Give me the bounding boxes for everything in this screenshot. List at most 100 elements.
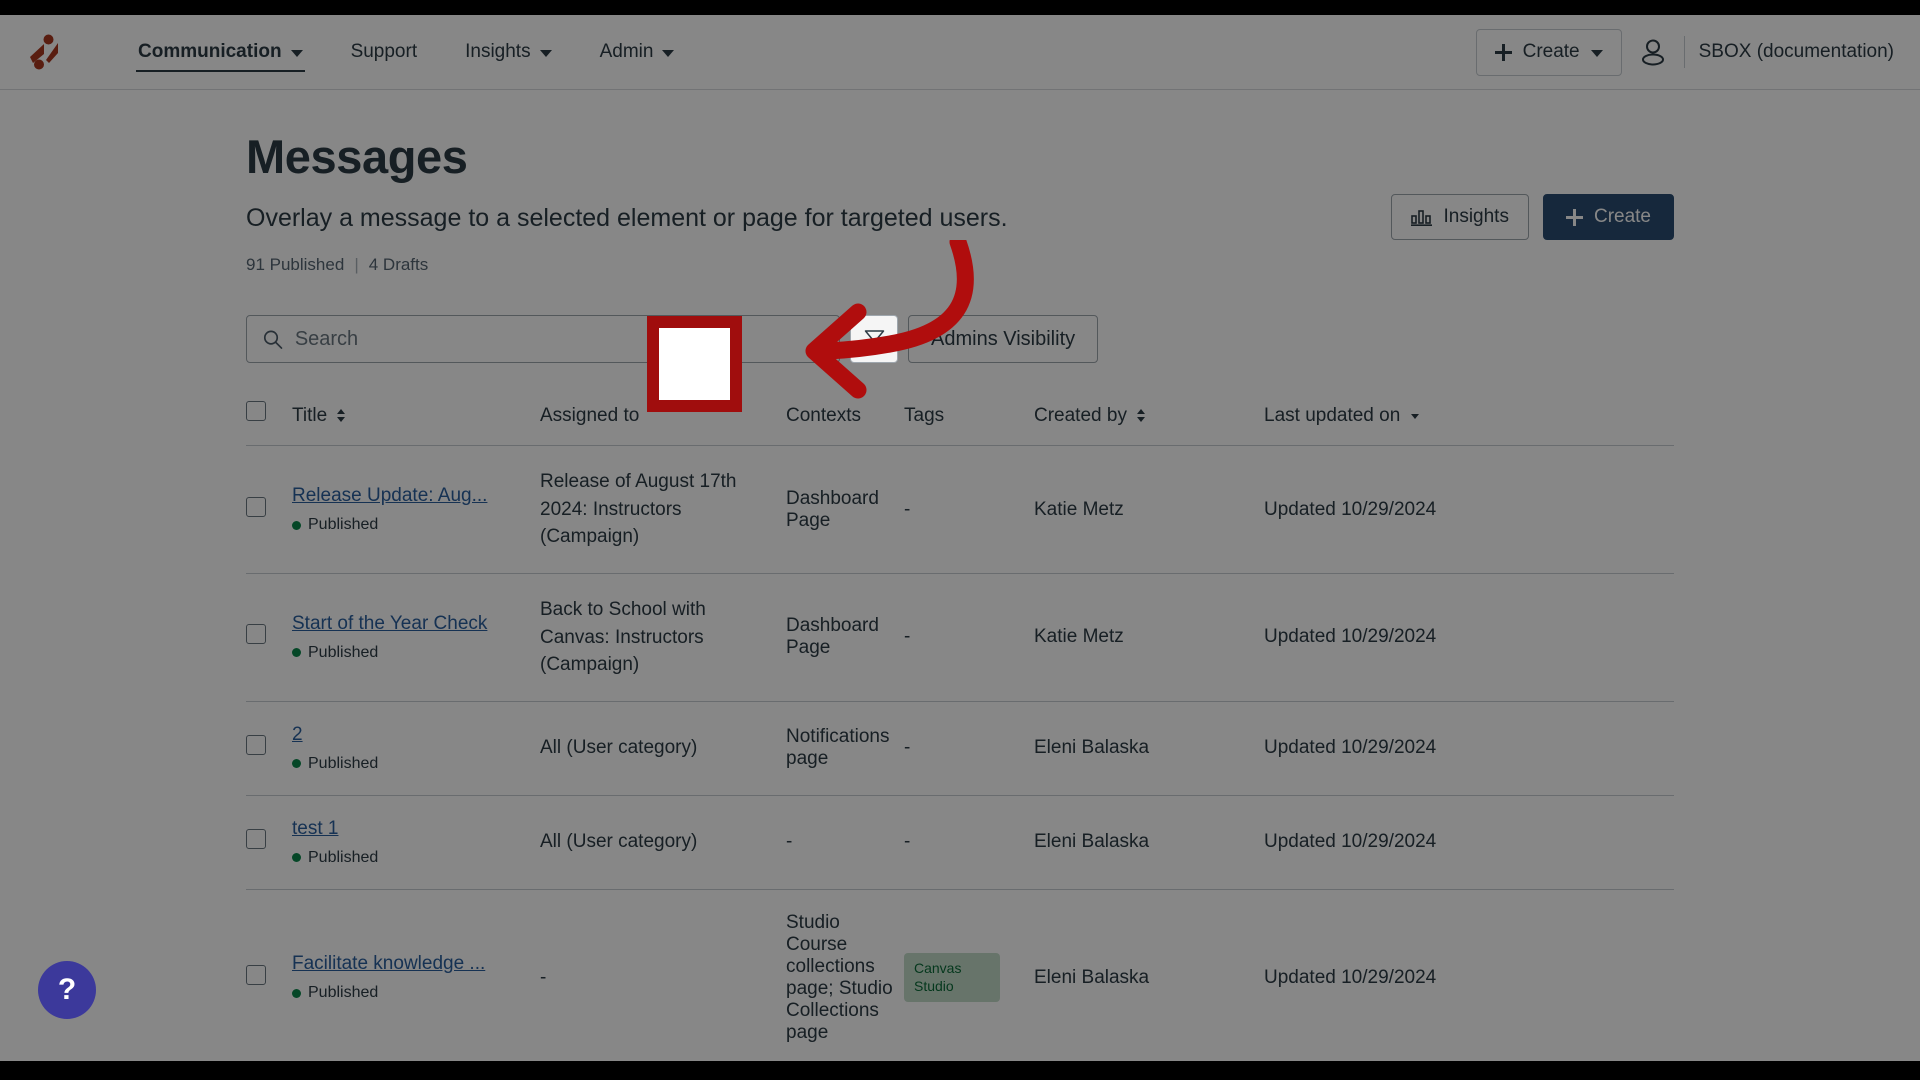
- select-all-checkbox[interactable]: [246, 401, 266, 422]
- table-row: 2 Published All (User category) Notificatio…: [246, 701, 1674, 796]
- row-last-updated-cell: Updated 10/29/2024: [1264, 445, 1674, 574]
- header-action-buttons: Insights Create: [1391, 194, 1674, 240]
- app-screen: Communication Support Insights Admin Cre…: [0, 15, 1920, 1061]
- status-badge: Published: [292, 849, 530, 867]
- search-input[interactable]: [294, 327, 823, 351]
- row-created-by-cell: Eleni Balaska: [1034, 701, 1264, 796]
- row-title-link[interactable]: 2: [292, 724, 303, 746]
- top-nav-right-group: Create SBOX (documentation): [1475, 28, 1894, 76]
- status-badge: Published: [292, 516, 530, 534]
- row-assigned-to-cell: All (User category): [540, 795, 786, 890]
- nav-item-insights[interactable]: Insights: [441, 15, 575, 89]
- row-checkbox[interactable]: [246, 735, 266, 756]
- search-field-wrapper[interactable]: [246, 315, 840, 364]
- th-tags-label: Tags: [904, 405, 945, 427]
- row-select-cell: [246, 573, 292, 702]
- status-dot-icon: [292, 520, 301, 530]
- nav-item-label: Admin: [599, 41, 654, 62]
- row-title-link[interactable]: Start of the Year Check: [292, 613, 487, 635]
- row-tags-cell: -: [904, 795, 1034, 890]
- status-dot-icon: [292, 648, 301, 658]
- user-account-button[interactable]: [1622, 29, 1684, 76]
- search-icon: [263, 330, 283, 349]
- nav-divider: [1683, 36, 1685, 68]
- row-title-link[interactable]: test 1: [292, 818, 338, 840]
- row-title-cell: test 1 Published: [292, 795, 540, 890]
- row-last-updated-cell: Updated 10/29/2024: [1264, 573, 1674, 702]
- table-row: test 1 Published All (User category) - - Elen…: [246, 795, 1674, 890]
- row-contexts-cell: Dashboard Page: [786, 445, 904, 574]
- row-select-cell: [246, 445, 292, 574]
- row-assigned-to-cell: Back to School with Canvas: Instructors …: [540, 573, 786, 702]
- bar-chart-icon: [1411, 209, 1433, 226]
- chevron-down-icon: [662, 49, 675, 57]
- sort-icon: [337, 408, 346, 423]
- chevron-down-icon: [1590, 49, 1603, 57]
- admins-visibility-button[interactable]: Admins Visibility: [908, 315, 1099, 364]
- row-select-cell: [246, 795, 292, 890]
- row-title-link[interactable]: Facilitate knowledge ...: [292, 953, 485, 975]
- status-counts: 91 Published | 4 Drafts: [246, 255, 1674, 275]
- row-assigned-to-cell: Release of August 17th 2024: Instructors…: [540, 445, 786, 574]
- count-separator: |: [354, 255, 359, 275]
- row-assigned-to-cell: -: [540, 889, 786, 1061]
- filter-button[interactable]: [850, 315, 898, 364]
- nav-item-support[interactable]: Support: [327, 15, 442, 89]
- published-count: 91 Published: [246, 255, 345, 275]
- th-assigned-to-label: Assigned to: [540, 405, 640, 427]
- drafts-count: 4 Drafts: [368, 255, 429, 275]
- row-checkbox[interactable]: [246, 496, 266, 517]
- user-icon: [1641, 39, 1664, 66]
- th-title[interactable]: Title: [292, 401, 540, 446]
- th-last-updated-on-label: Last updated on: [1264, 405, 1401, 427]
- tag-pill: Canvas Studio: [904, 953, 1000, 1003]
- nav-create-label: Create: [1522, 41, 1580, 62]
- account-name-label: SBOX (documentation): [1698, 41, 1894, 62]
- impact-logo-icon[interactable]: [22, 30, 66, 74]
- row-tags-cell: -: [904, 445, 1034, 574]
- nav-item-communication[interactable]: Communication: [114, 15, 327, 89]
- row-tags-cell: -: [904, 701, 1034, 796]
- nav-item-label: Insights: [465, 41, 531, 62]
- chevron-down-icon: [539, 49, 552, 57]
- row-tags-cell: -: [904, 573, 1034, 702]
- row-title-cell: Facilitate knowledge ... Published: [292, 889, 540, 1061]
- th-created-by[interactable]: Created by: [1034, 401, 1264, 446]
- insights-button[interactable]: Insights: [1391, 194, 1529, 240]
- status-label: Published: [308, 848, 379, 866]
- row-created-by-cell: Katie Metz: [1034, 573, 1264, 702]
- row-title-cell: Start of the Year Check Published: [292, 573, 540, 702]
- row-checkbox[interactable]: [246, 964, 266, 985]
- status-badge: Published: [292, 984, 530, 1002]
- plus-icon: [1565, 208, 1583, 226]
- status-dot-icon: [292, 759, 301, 769]
- row-created-by-cell: Eleni Balaska: [1034, 795, 1264, 890]
- table-row: Start of the Year Check Published Back to …: [246, 573, 1674, 702]
- filter-toolbar: Admins Visibility: [246, 315, 1674, 364]
- nav-item-admin[interactable]: Admin: [576, 15, 699, 89]
- th-created-by-label: Created by: [1034, 405, 1127, 427]
- th-contexts-label: Contexts: [786, 405, 861, 427]
- status-label: Published: [308, 984, 379, 1002]
- sort-desc-icon: [1410, 408, 1420, 423]
- row-checkbox[interactable]: [246, 829, 266, 850]
- nav-item-label: Communication: [138, 41, 282, 62]
- th-last-updated-on[interactable]: Last updated on: [1264, 401, 1674, 446]
- row-checkbox[interactable]: [246, 624, 266, 645]
- row-title-cell: 2 Published: [292, 701, 540, 796]
- table-header-row: Title Assigned to Contexts Tags Created …: [246, 401, 1674, 446]
- table-row: Facilitate knowledge ... Published - Studio…: [246, 889, 1674, 1061]
- th-title-label: Title: [292, 405, 328, 427]
- row-title-link[interactable]: Release Update: Aug...: [292, 485, 487, 507]
- row-contexts-cell: Studio Course collections page; Studio C…: [786, 889, 904, 1061]
- create-button[interactable]: Create: [1542, 194, 1674, 240]
- th-select-all: [246, 401, 292, 446]
- status-dot-icon: [292, 853, 301, 863]
- page-body: Messages Overlay a message to a selected…: [0, 90, 1920, 1061]
- help-button[interactable]: ?: [38, 961, 96, 1019]
- row-select-cell: [246, 889, 292, 1061]
- row-last-updated-cell: Updated 10/29/2024: [1264, 889, 1674, 1061]
- row-contexts-cell: Dashboard Page: [786, 573, 904, 702]
- nav-create-button[interactable]: Create: [1475, 28, 1622, 76]
- funnel-icon: [864, 330, 884, 349]
